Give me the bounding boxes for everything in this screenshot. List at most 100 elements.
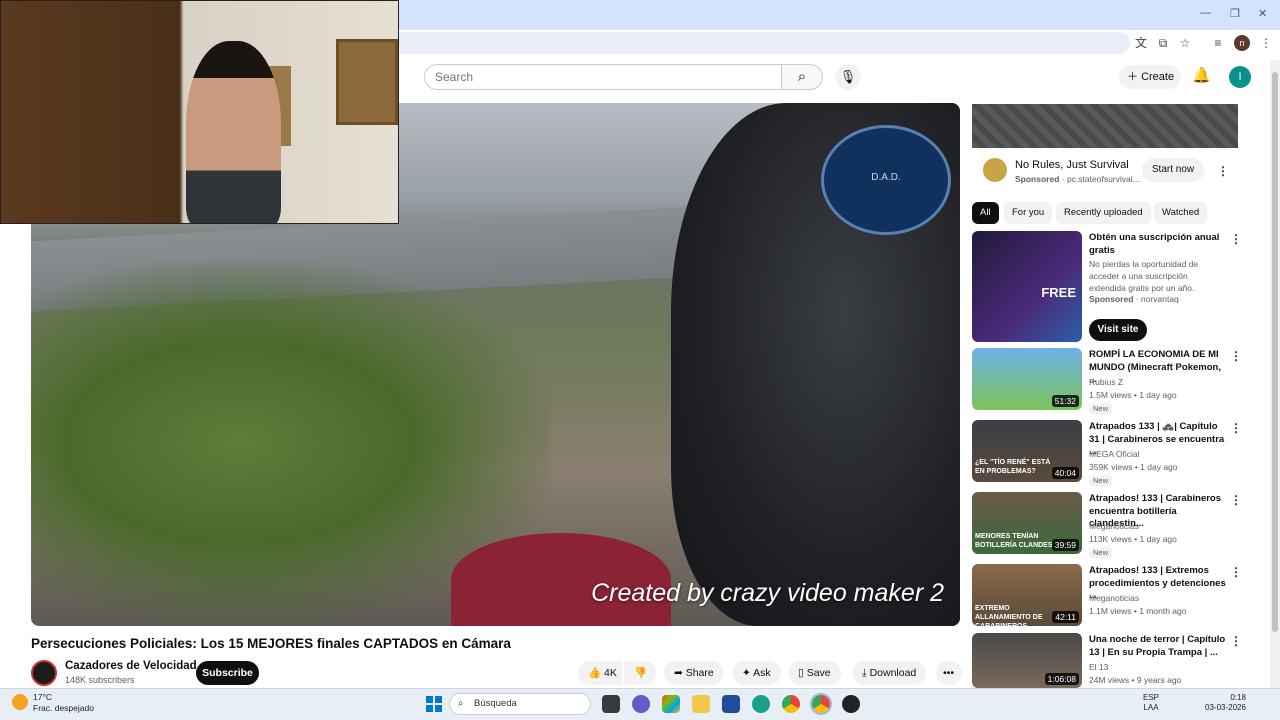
ask-label: Ask [753,667,771,679]
dislike-button[interactable]: 👎 [624,661,656,685]
plus-icon: ＋ [1127,71,1142,83]
save-label: Save [806,667,831,679]
weather-condition: Frac. despejado [33,703,94,713]
more-actions-button[interactable]: ••• [936,661,962,685]
download-icon: ⤓ [862,667,870,679]
ask-button[interactable]: ✦ Ask [732,661,781,685]
windows-start-icon[interactable] [426,696,442,712]
search-button[interactable]: ⌕ [781,64,823,90]
ad-sponsored: Sponsored [1015,174,1060,184]
thumbs-up-icon: 👍 [588,667,604,679]
chat-icon[interactable] [632,695,650,713]
sponsored-menu-icon[interactable]: ⋮ [1230,232,1242,246]
language-indicator[interactable]: ESP LAA [1143,693,1159,713]
video-thumbnail[interactable]: ¿EL "TÍO RENÉ" ESTÁ EN PROBLEMAS? 40:04 [972,420,1082,482]
chrome-icon[interactable] [782,695,800,713]
channel-avatar[interactable] [31,660,57,686]
close-icon[interactable]: ✕ [1258,7,1267,20]
video-item-title[interactable]: Una noche de terror | Capítulo 13 | En s… [1089,634,1229,659]
chip-for-you[interactable]: For you [1004,202,1053,224]
sponsored-thumbnail-text: FREE [1041,285,1076,300]
start-now-button[interactable]: Start now [1142,158,1204,182]
sponsored-thumbnail[interactable]: FREE [972,231,1082,342]
copilot-icon[interactable] [662,695,680,713]
new-badge: New [1089,547,1113,558]
sponsored-description: No pierdas la oportunidad de acceder a u… [1089,259,1199,293]
channel-name[interactable]: Cazadores de Velocidad [65,660,197,672]
ad-domain: pc.stateofsurvival... [1066,174,1140,184]
ad-subtitle: Sponsored · pc.stateofsurvival... [1015,174,1140,184]
video-item-channel[interactable]: Meganoticias [1089,593,1139,603]
voice-search-button[interactable]: 🎙 [835,64,861,90]
task-view-icon[interactable] [602,695,620,713]
subscribe-button[interactable]: Subscribe [196,661,259,685]
weather-icon[interactable] [12,694,28,710]
subscriber-count: 148K subscribers [65,675,135,685]
chip-watched[interactable]: Watched [1154,202,1208,224]
video-item-channel[interactable]: Rubius Z [1089,377,1123,387]
video-item-channel[interactable]: Meganoticias [1089,521,1139,531]
chip-recently-uploaded[interactable]: Recently uploaded [1056,202,1151,224]
download-button[interactable]: ⤓ Download [852,661,927,685]
save-button[interactable]: ▯ Save [788,661,841,685]
video-item-channel[interactable]: El 13 [1089,662,1108,672]
like-button[interactable]: 👍 4K [578,661,622,685]
video-title: Persecuciones Policiales: Los 15 MEJORES… [31,636,511,651]
video-thumbnail[interactable]: MENORES TENÍAN BOTILLERÍA CLANDES 39:59 [972,492,1082,554]
chip-all[interactable]: All [972,202,999,224]
sponsored-title[interactable]: Obtén una suscripción anual gratis [1089,232,1229,257]
video-menu-icon[interactable]: ⋮ [1230,565,1242,579]
minimize-icon[interactable]: — [1200,7,1211,19]
app-icon[interactable] [842,695,860,713]
ad-banner[interactable] [972,104,1238,148]
share-label: Share [685,667,714,679]
video-item-channel[interactable]: MEGA Oficial [1089,449,1140,459]
video-menu-icon[interactable]: ⋮ [1230,349,1242,363]
taskbar-search-label: Búsqueda [474,698,517,709]
maximize-icon[interactable]: ❐ [1230,7,1240,20]
clock-time: 0:18 [1230,693,1246,702]
search-icon: ⌕ [797,68,807,85]
edge-icon[interactable] [752,695,770,713]
ad-title[interactable]: No Rules, Just Survival [1015,159,1129,171]
taskbar-search[interactable]: ⌕ Búsqueda [449,693,591,715]
search-input[interactable]: Search [424,64,782,90]
new-badge: New [1089,475,1113,486]
video-item-meta: 359K views • 1 day ago [1089,462,1178,472]
weather-widget[interactable]: 17°C Frac. despejado [33,692,94,714]
notifications-bell-icon[interactable]: 🔔 [1192,66,1211,84]
advertiser-icon[interactable] [983,158,1007,182]
create-button[interactable]: ＋ Create [1119,65,1181,89]
sponsored-label: Sponsored [1089,294,1134,304]
media-control-icon[interactable]: ≡ [1210,35,1226,51]
translate-icon[interactable]: 文 [1133,35,1149,51]
download-label: Download [869,667,917,679]
scrollbar-thumb[interactable] [1272,72,1278,632]
video-thumbnail[interactable]: EXTREMO ALLANAMIENTO DE CARABINEROS 42:11 [972,564,1082,626]
address-bar[interactable] [390,32,1130,54]
account-avatar[interactable]: I [1229,66,1251,88]
video-item-meta: 24M views • 9 years ago [1089,675,1182,685]
share-button[interactable]: ➦ Share [664,661,724,685]
police-badge: D.A.D. [821,125,951,235]
video-menu-icon[interactable]: ⋮ [1230,634,1242,648]
install-app-icon[interactable]: ⧉ [1155,35,1171,51]
video-duration: 1:06:08 [1044,673,1079,685]
ad-menu-icon[interactable]: ⋮ [1217,164,1229,178]
browser-menu-icon[interactable]: ⋮ [1258,35,1274,51]
chrome-active-icon[interactable] [810,693,832,715]
profile-icon[interactable]: n [1234,35,1250,51]
video-menu-icon[interactable]: ⋮ [1230,493,1242,507]
file-explorer-icon[interactable] [692,695,710,713]
video-menu-icon[interactable]: ⋮ [1230,421,1242,435]
video-thumbnail[interactable]: 51:32 [972,348,1082,410]
bookmark-icon: ▯ [798,667,807,679]
taskbar-clock[interactable]: 0:18 03-03-2026 [1205,693,1246,713]
video-watermark: Created by crazy video maker 2 [591,579,944,607]
wall-picture-frame [336,39,398,125]
video-thumbnail[interactable]: 1:06:08 [972,633,1082,688]
store-icon[interactable] [722,695,740,713]
visit-site-button[interactable]: Visit site [1089,319,1147,341]
clock-date: 03-03-2026 [1205,703,1246,712]
bookmark-star-icon[interactable]: ☆ [1177,35,1193,51]
